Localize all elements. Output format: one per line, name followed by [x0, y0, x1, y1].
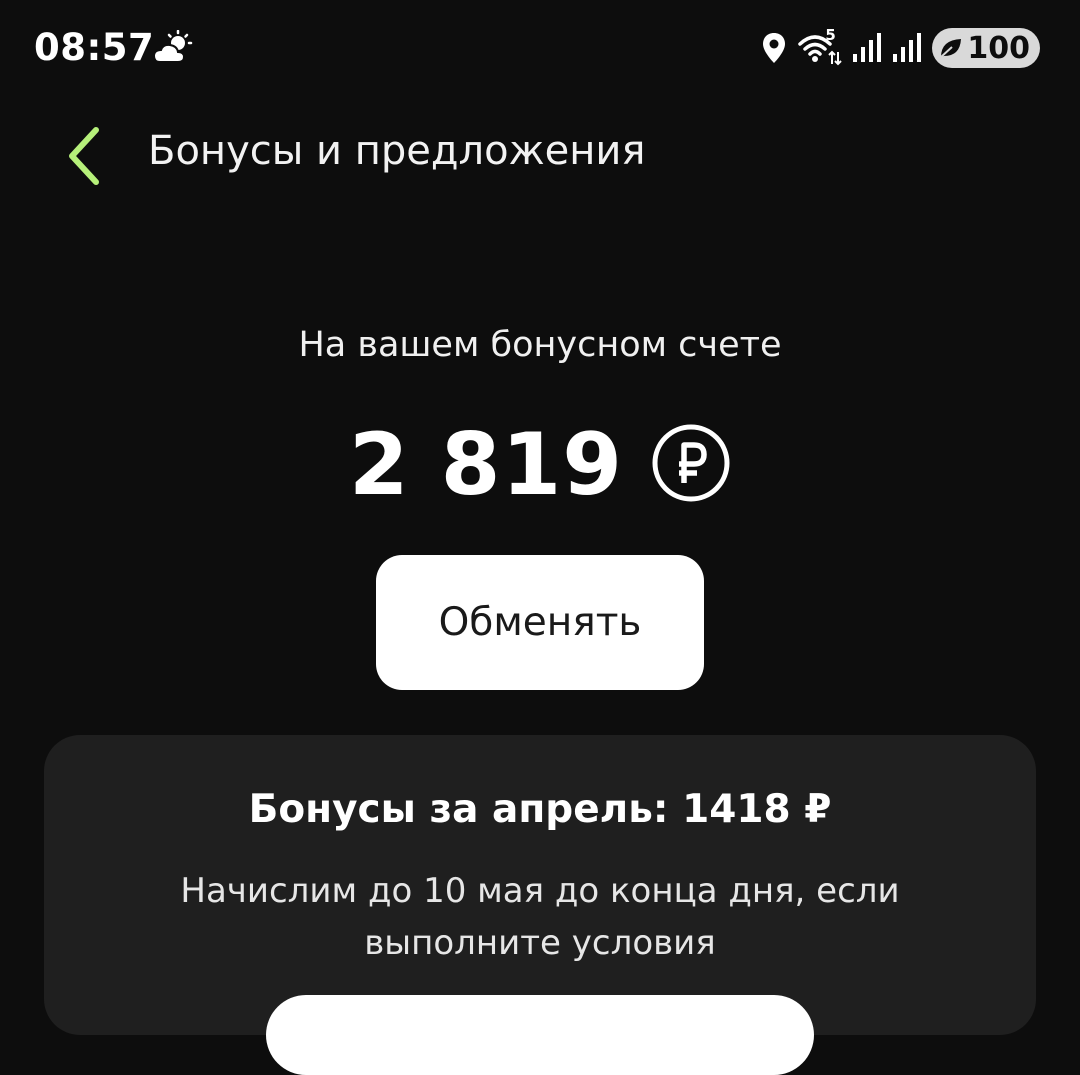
page-title: Бонусы и предложения — [148, 128, 646, 174]
balance-row: 2 819 — [0, 410, 1080, 520]
wifi-icon: 5 — [798, 26, 843, 66]
chevron-left-icon — [69, 127, 99, 185]
status-icons: 5 100 — [760, 26, 1040, 70]
bonus-card: Бонусы за апрель: 1418 ₽ Начислим до 10 … — [44, 735, 1036, 1075]
bonus-card-title: Бонусы за апрель: 1418 ₽ — [248, 787, 832, 832]
signal-icon-2 — [892, 32, 922, 64]
wifi-band-label: 5 — [825, 26, 836, 44]
ruble-circle-icon — [651, 423, 731, 507]
bonus-card-text: Начислим до 10 мая до конца дня, если вы… — [180, 871, 900, 963]
balance-caption: На вашем бонусном счете — [298, 325, 782, 365]
location-icon — [760, 31, 788, 65]
partly-cloudy-icon — [152, 29, 194, 66]
battery-indicator: 100 — [932, 28, 1040, 68]
bonus-card-button[interactable] — [266, 995, 814, 1075]
battery-level: 100 — [967, 30, 1030, 66]
battery-saver-leaf-icon — [938, 36, 964, 60]
status-time: 08:57 — [34, 26, 155, 69]
signal-icon-1 — [852, 32, 882, 64]
exchange-button[interactable]: Обменять — [376, 555, 704, 690]
status-bar: 08:57 5 100 — [0, 0, 1080, 100]
back-button[interactable] — [44, 116, 124, 196]
balance-amount: 2 819 — [348, 415, 624, 515]
